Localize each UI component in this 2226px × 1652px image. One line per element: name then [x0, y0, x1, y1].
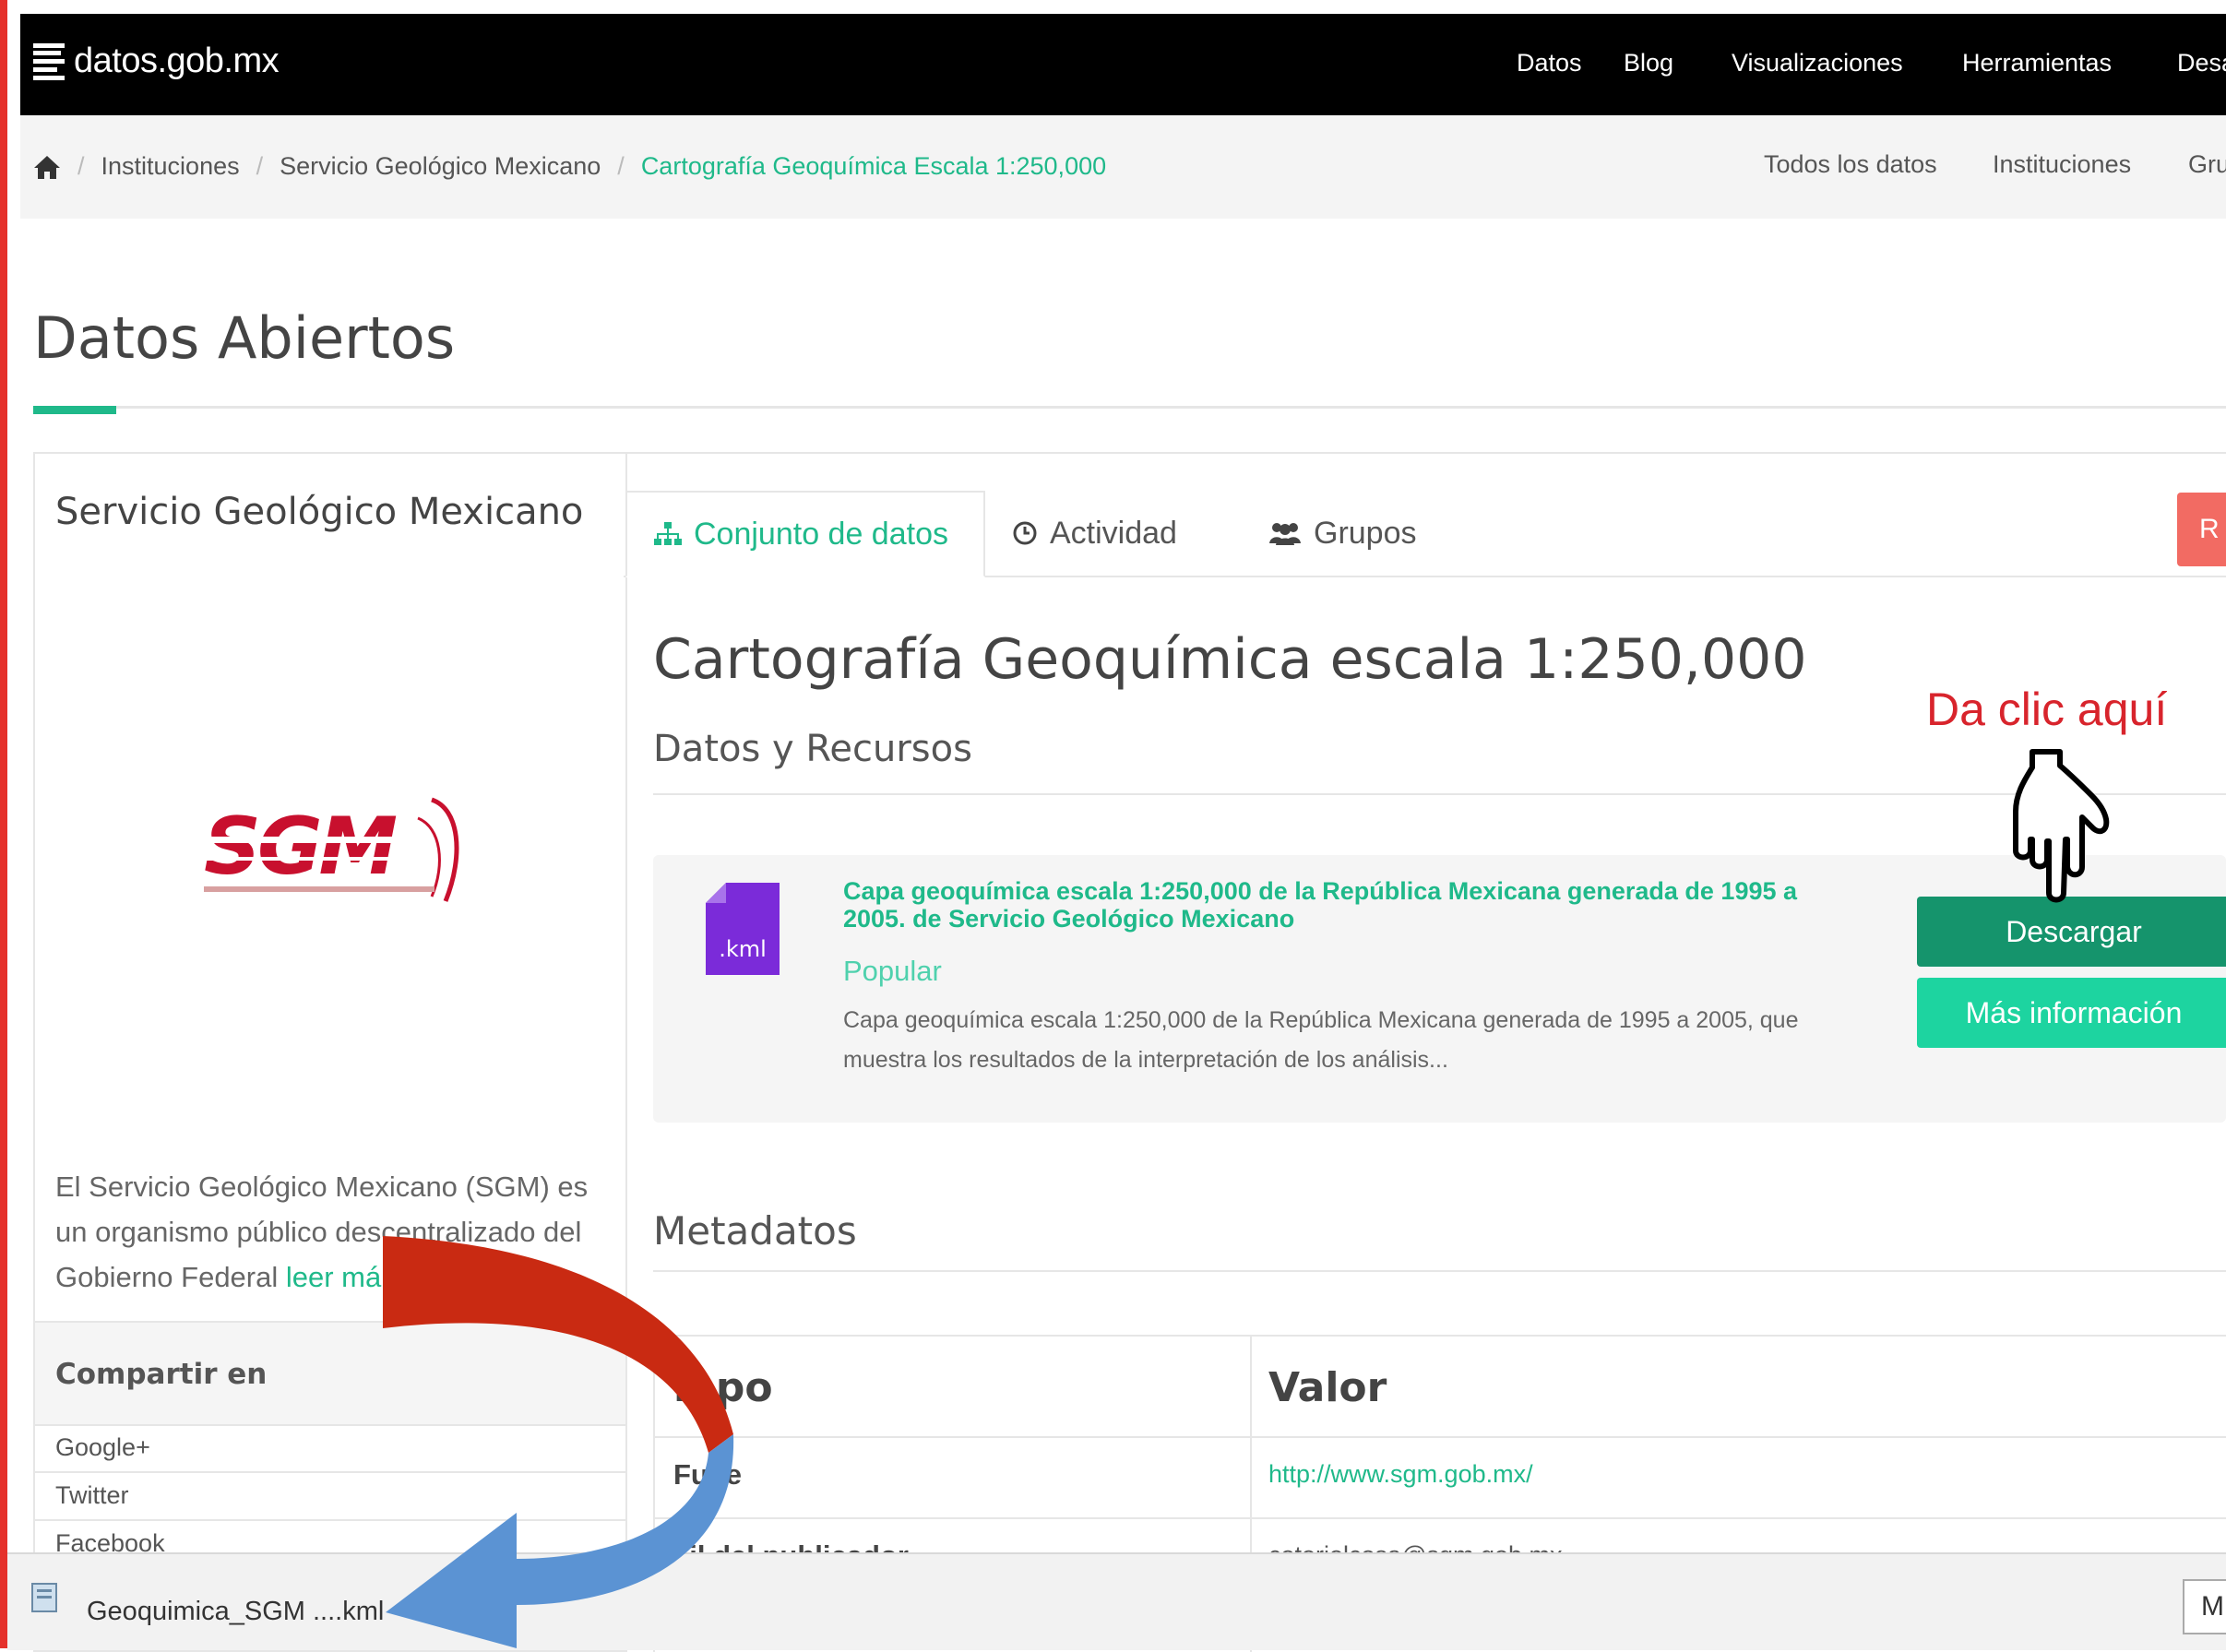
metadata-divider	[653, 1270, 2226, 1272]
row-value-link[interactable]: http://www.sgm.gob.mx/	[1268, 1460, 1533, 1489]
kml-format-label: .kml	[719, 936, 767, 962]
breadcrumb: / Instituciones / Servicio Geológico Mex…	[33, 152, 1106, 181]
more-info-button[interactable]: Más información	[1917, 978, 2226, 1048]
page-title: Datos Abiertos	[33, 304, 456, 372]
pointing-hand-icon	[2013, 749, 2110, 903]
tab-conjunto-label: Conjunto de datos	[694, 516, 948, 552]
share-twitter-label: Twitter	[55, 1481, 129, 1509]
sublink-instituciones[interactable]: Instituciones	[1993, 150, 2131, 179]
tab-actividad-label: Actividad	[1050, 515, 1177, 551]
report-button-label: R	[2199, 514, 2220, 544]
list-icon	[33, 42, 65, 80]
show-all-downloads-label: M	[2201, 1591, 2224, 1622]
nav-link-herramientas[interactable]: Herramientas	[1962, 49, 2112, 77]
row-key: Fu te	[673, 1458, 743, 1491]
sublink-todos-los-datos[interactable]: Todos los datos	[1764, 150, 1937, 179]
breadcrumb-sgm[interactable]: Servicio Geológico Mexicano	[280, 152, 601, 181]
tabs: Conjunto de datos Actividad Grupos	[624, 491, 2226, 577]
download-bar: Geoquimica_SGM ....kml M	[7, 1552, 2226, 1650]
title-divider	[33, 406, 2226, 409]
users-icon	[1269, 523, 1301, 545]
share-google-plus[interactable]: Google+	[35, 1424, 625, 1473]
clock-icon	[1013, 521, 1037, 545]
share-title: Compartir en	[55, 1358, 268, 1391]
tab-conjunto-de-datos[interactable]: Conjunto de datos	[625, 491, 985, 577]
table-row: Fu te http://www.sgm.gob.mx/	[655, 1438, 2226, 1519]
org-sidebar: Servicio Geológico Mexicano SGM El Servi…	[33, 452, 627, 1652]
breadcrumb-current[interactable]: Cartografía Geoquímica Escala 1:250,000	[641, 152, 1106, 181]
title-accent-bar	[33, 406, 116, 414]
brand-name: datos.gob.mx	[74, 42, 280, 80]
more-info-button-label: Más información	[1965, 995, 2183, 1029]
breadcrumb-bar: / Instituciones / Servicio Geológico Mex…	[20, 115, 2226, 219]
tab-grupos-label: Grupos	[1314, 515, 1417, 551]
column-header-campo: mpo	[673, 1364, 773, 1411]
downloaded-file-name[interactable]: Geoquimica_SGM ....kml	[87, 1597, 384, 1627]
metadata-heading: Metadatos	[653, 1208, 857, 1254]
top-navbar: datos.gob.mx Datos Blog Visualizaciones …	[20, 14, 2226, 115]
left-red-frame	[0, 0, 7, 1648]
share-google-plus-label: Google+	[55, 1433, 150, 1461]
kml-file-icon: .kml	[706, 883, 780, 975]
tab-actividad[interactable]: Actividad	[985, 491, 1203, 576]
download-button[interactable]: Descargar	[1917, 897, 2226, 967]
share-header: Compartir en	[35, 1321, 625, 1426]
popular-badge: Popular	[843, 955, 942, 987]
download-button-label: Descargar	[2006, 914, 2142, 948]
brand-logo[interactable]: datos.gob.mx	[33, 42, 280, 81]
show-all-downloads-button[interactable]: M	[2183, 1579, 2226, 1634]
resources-divider	[653, 793, 2226, 795]
breadcrumb-instituciones[interactable]: Instituciones	[101, 152, 240, 181]
svg-text:SGM: SGM	[204, 801, 397, 893]
org-name: Servicio Geológico Mexicano	[55, 491, 584, 533]
nav-link-visualizaciones[interactable]: Visualizaciones	[1732, 49, 1903, 77]
sitemap-icon	[654, 522, 682, 545]
report-button[interactable]: R	[2177, 493, 2226, 566]
file-icon	[31, 1583, 57, 1612]
home-icon[interactable]	[33, 154, 61, 180]
column-header-valor: Valor	[1268, 1364, 1387, 1411]
resource-item: .kml Capa geoquímica escala 1:250,000 de…	[653, 855, 2226, 1123]
sublink-grupos[interactable]: Gru	[2188, 150, 2226, 179]
nav-link-blog[interactable]: Blog	[1624, 49, 1673, 77]
resources-heading: Datos y Recursos	[653, 728, 972, 770]
metadata-table-header: mpo Valor	[655, 1337, 2226, 1438]
click-here-annotation: Da clic aquí	[1926, 683, 2168, 735]
org-description: El Servicio Geológico Mexicano (SGM) es …	[55, 1164, 609, 1300]
share-twitter[interactable]: Twitter	[35, 1472, 625, 1521]
resource-title[interactable]: Capa geoquímica escala 1:250,000 de la R…	[843, 877, 1858, 933]
nav-link-desarrolladores[interactable]: Desa	[2177, 49, 2226, 77]
dataset-title: Cartografía Geoquímica escala 1:250,000	[653, 627, 1807, 692]
sgm-logo[interactable]: SGM	[196, 781, 464, 920]
nav-link-datos[interactable]: Datos	[1517, 49, 1582, 77]
tab-grupos[interactable]: Grupos	[1242, 491, 1443, 576]
resource-description: Capa geoquímica escala 1:250,000 de la R…	[843, 1007, 1799, 1073]
read-more-link[interactable]: leer má	[286, 1261, 381, 1293]
dataset-panel: Conjunto de datos Actividad Grupos R Car…	[624, 452, 2226, 1652]
